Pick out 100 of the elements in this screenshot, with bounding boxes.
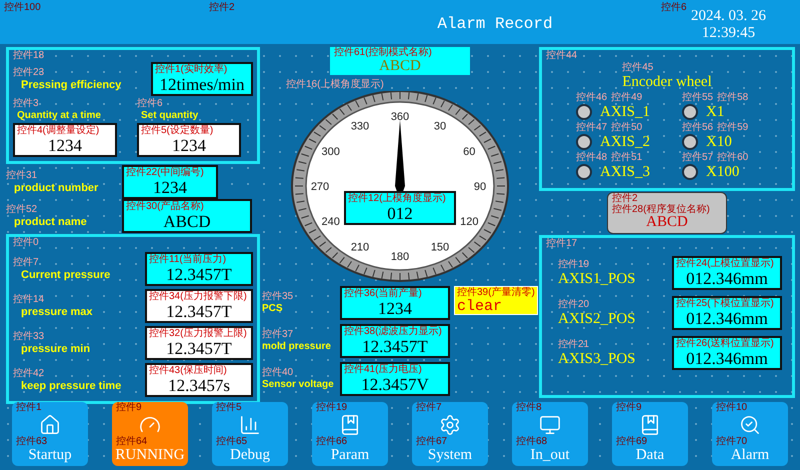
option-label: X100 <box>706 164 740 180</box>
field-label: Quantity at a time <box>16 110 102 122</box>
scale-label: 150 <box>430 242 450 254</box>
control-tag: 控件34(压力报警下限) <box>149 291 247 303</box>
control-tag: 控件8 <box>516 402 542 414</box>
control-tag: 控件3 <box>13 98 39 110</box>
nav-button[interactable]: 控件9 控件64 RUNNING <box>112 402 188 466</box>
field-label: keep pressure time <box>20 380 122 392</box>
scale-label: 360 <box>390 111 410 123</box>
field-label: Current pressure <box>20 268 110 282</box>
search-check-icon <box>739 414 761 436</box>
control-tag: 控件35 <box>262 291 294 303</box>
control-tag: 控件32(压力报警上限) <box>149 328 247 340</box>
panel-title: Encoder wheel <box>622 74 712 90</box>
time-text: 12:39:45 <box>700 25 756 42</box>
control-tag: 控件42 <box>13 368 44 380</box>
control-tag: 控件64 <box>116 436 148 448</box>
field-value: 1234 <box>377 300 413 318</box>
control-tag: 控件47 <box>576 122 608 134</box>
control-tag: 控件28(程序复位名称) <box>612 204 710 215</box>
clear-button[interactable]: 控件39(产量清零) clear <box>454 286 538 315</box>
field-label: PCS <box>262 303 284 315</box>
control-tag: 控件2 <box>612 193 638 204</box>
nav-button[interactable]: 控件9 控件69 Data <box>612 402 688 466</box>
control-tag: 控件40 <box>262 367 294 379</box>
control-tag: 控件14 <box>13 294 44 306</box>
control-tag: 控件25(下模位置显示) <box>676 298 774 310</box>
control-tag: 控件46 <box>576 92 608 104</box>
control-tag: 控件67 <box>416 436 448 448</box>
nav-button[interactable]: 控件1 控件63 Startup <box>12 402 88 466</box>
control-tag: 控件11(当前压力) <box>149 254 226 266</box>
control-tag: 控件41(压力电压) <box>344 364 422 376</box>
option-label: X1 <box>706 104 724 120</box>
control-tag: 控件6 <box>661 2 687 14</box>
control-tag: 控件7 <box>13 256 39 268</box>
field-value: 1234 <box>152 179 188 197</box>
control-tag: 控件61(控制模式名称) <box>334 47 432 59</box>
field-value: 012.346mm <box>685 310 769 328</box>
option-label: AXIS_2 <box>600 134 650 150</box>
monitor-icon <box>539 414 561 436</box>
control-tag: 控件31 <box>6 170 38 182</box>
scale-label: 270 <box>310 181 330 193</box>
control-tag: 控件63 <box>16 436 48 448</box>
control-tag: 控件4(调整量设定) <box>17 125 100 137</box>
field-value: 012.346mm <box>685 270 769 288</box>
nav-button[interactable]: 控件7 控件67 System <box>412 402 488 466</box>
option-label: AXIS_1 <box>600 104 650 120</box>
nav-button[interactable]: 控件5 控件65 Debug <box>212 402 288 466</box>
nav-button[interactable]: 控件8 控件68 In_out <box>512 402 588 466</box>
control-tag: 控件39(产量清零) <box>457 287 535 299</box>
field-label: Pressing efficiency <box>20 78 122 92</box>
control-tag: 控件30(产品名称) <box>126 201 204 213</box>
field-value: 012.346mm <box>685 350 769 368</box>
field-label: AXIS3_POS <box>558 351 636 367</box>
control-tag: 控件50 <box>611 122 642 134</box>
control-tag: 控件23 <box>13 66 44 78</box>
control-tag: 控件44 <box>546 50 578 62</box>
control-tag: 控件48 <box>576 152 608 164</box>
control-tag: 控件24(上模位置显示) <box>676 258 774 270</box>
field-value: 1234 <box>47 137 83 155</box>
control-tag: 控件7 <box>416 402 442 414</box>
control-tag: 控件70 <box>716 436 748 448</box>
field-label: Set quantity <box>140 110 200 122</box>
scale-label: 60 <box>463 146 476 158</box>
chart-icon <box>239 414 261 436</box>
control-tag: 控件37 <box>262 329 294 341</box>
scale-label: 180 <box>390 251 410 263</box>
control-tag: 控件2 <box>209 2 235 14</box>
control-tag: 控件49 <box>611 92 642 104</box>
field-value: 12times/min <box>158 76 246 94</box>
scale-label: 30 <box>434 120 446 132</box>
nav-button[interactable]: 控件10 控件70 Alarm <box>712 402 788 466</box>
date-text: 2024. 03. 26 <box>690 8 767 25</box>
field-value: 12.3457T <box>165 340 233 358</box>
scale-label: 210 <box>350 242 370 254</box>
control-tag: 控件45 <box>622 62 654 74</box>
control-tag: 控件20 <box>558 299 590 311</box>
nav-button[interactable]: 控件19 控件66 Param <box>312 402 388 466</box>
control-tag: 控件9 <box>116 402 142 414</box>
field-label: pressure max <box>20 306 93 318</box>
control-tag: 控件9 <box>616 402 642 414</box>
control-tag: 控件60 <box>717 152 748 164</box>
window-title: Alarm Record <box>437 14 553 35</box>
control-tag: 控件5(设定数量) <box>141 125 214 137</box>
control-tag: 控件36(当前产量) <box>344 288 422 300</box>
option-label: X10 <box>706 134 732 150</box>
reset-button[interactable]: 控件2 控件28(程序复位名称) ABCD <box>607 192 727 234</box>
control-tag: 控件19 <box>316 402 348 414</box>
control-tag: 控件51 <box>611 152 642 164</box>
control-tag: 控件18 <box>13 50 44 62</box>
control-tag: 控件0 <box>13 237 39 249</box>
control-tag: 控件52 <box>6 204 38 216</box>
field-value: 12.3457T <box>361 338 429 356</box>
control-tag: 控件66 <box>316 436 348 448</box>
field-value: 12.3457T <box>165 266 233 284</box>
control-tag: 控件57 <box>682 152 714 164</box>
field-label: pressure min <box>20 342 90 356</box>
control-tag: 控件1(实时效率) <box>155 64 228 76</box>
control-tag: 控件10 <box>716 402 748 414</box>
control-tag: 控件1 <box>16 402 42 414</box>
